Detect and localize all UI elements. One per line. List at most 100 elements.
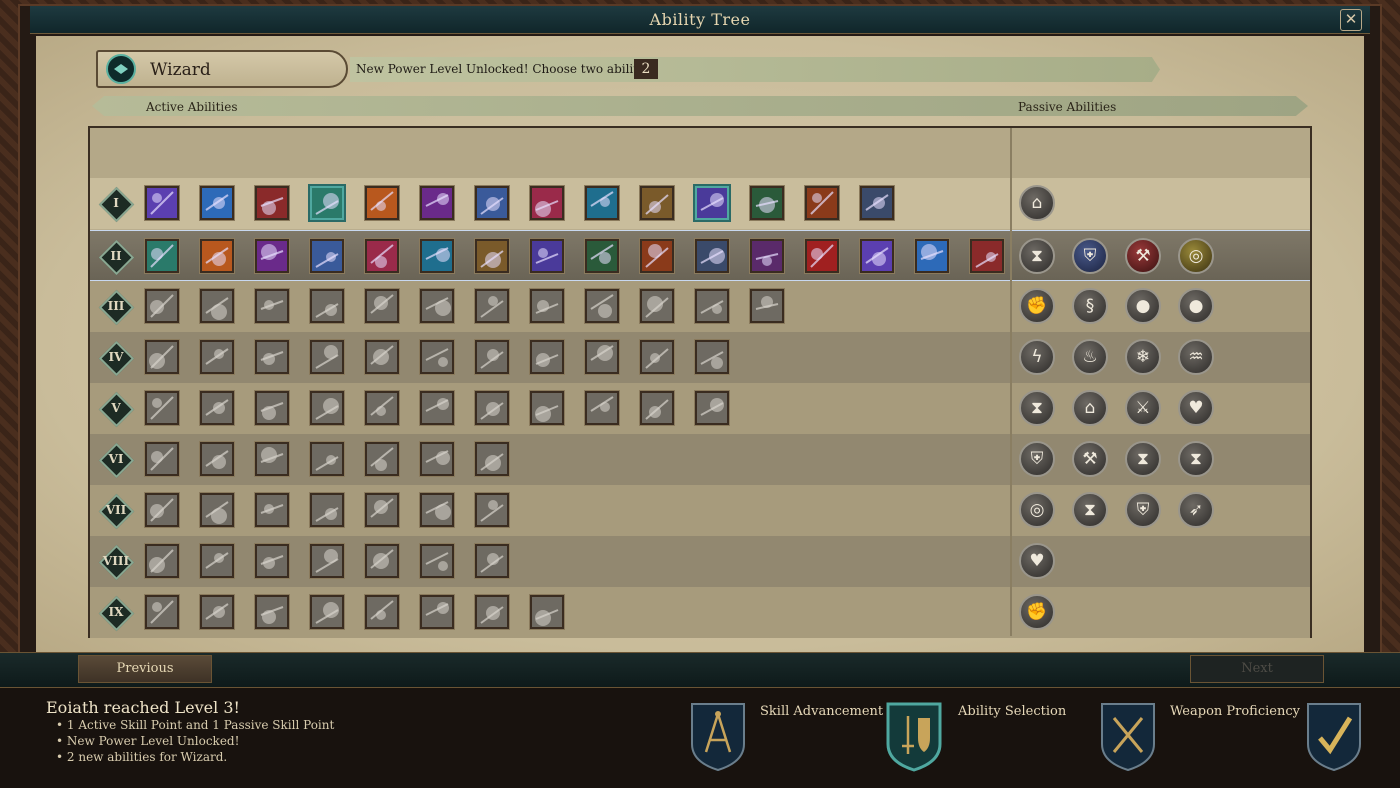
active-ability-icon[interactable] [365, 544, 399, 578]
passive-ability-heart-icon[interactable]: ♥ [1019, 543, 1055, 579]
passive-ability-fire-icon[interactable]: ♨ [1072, 339, 1108, 375]
active-ability-icon[interactable] [200, 186, 234, 220]
active-ability-icon[interactable] [475, 391, 509, 425]
passive-ability-shield-icon[interactable]: ⛨ [1125, 492, 1161, 528]
active-ability-icon[interactable] [585, 239, 619, 273]
active-ability-icon[interactable] [310, 442, 344, 476]
active-ability-icon[interactable] [145, 595, 179, 629]
active-ability-icon[interactable] [420, 391, 454, 425]
active-ability-icon[interactable] [420, 239, 454, 273]
active-ability-icon[interactable] [365, 186, 399, 220]
active-ability-icon[interactable] [255, 340, 289, 374]
passive-ability-hourglass-icon[interactable]: ⧗ [1019, 390, 1055, 426]
active-ability-icon[interactable] [475, 239, 509, 273]
passive-ability-target-icon[interactable]: ◎ [1178, 238, 1214, 274]
passive-ability-shield-icon[interactable]: ⛨ [1019, 441, 1055, 477]
passive-ability-hourglass-icon[interactable]: ⧗ [1178, 441, 1214, 477]
active-ability-icon[interactable] [530, 186, 564, 220]
active-ability-icon[interactable] [145, 391, 179, 425]
close-button[interactable]: ✕ [1340, 9, 1362, 31]
active-ability-icon[interactable] [695, 186, 729, 220]
active-ability-icon[interactable] [585, 289, 619, 323]
active-ability-icon[interactable] [640, 186, 674, 220]
active-ability-icon[interactable] [640, 239, 674, 273]
active-ability-icon[interactable] [750, 186, 784, 220]
active-ability-icon[interactable] [640, 391, 674, 425]
active-ability-icon[interactable] [145, 289, 179, 323]
active-ability-icon[interactable] [145, 493, 179, 527]
active-ability-icon[interactable] [915, 239, 949, 273]
active-ability-icon[interactable] [200, 289, 234, 323]
passive-ability-bow-icon[interactable]: ➶ [1178, 492, 1214, 528]
active-ability-icon[interactable] [750, 239, 784, 273]
active-ability-icon[interactable] [475, 595, 509, 629]
active-ability-icon[interactable] [475, 442, 509, 476]
active-ability-icon[interactable] [145, 340, 179, 374]
passive-ability-sword-icon[interactable]: ⚔ [1125, 390, 1161, 426]
passive-ability-strength-icon[interactable]: ✊ [1019, 288, 1055, 324]
active-ability-icon[interactable] [310, 289, 344, 323]
passive-ability-strength-icon[interactable]: ✊ [1019, 594, 1055, 630]
active-ability-icon[interactable] [695, 239, 729, 273]
active-ability-icon[interactable] [200, 595, 234, 629]
active-ability-icon[interactable] [420, 595, 454, 629]
passive-ability-target-icon[interactable]: ◎ [1019, 492, 1055, 528]
passive-ability-mind-icon[interactable]: ● [1178, 288, 1214, 324]
active-ability-icon[interactable] [475, 493, 509, 527]
active-ability-icon[interactable] [475, 340, 509, 374]
passive-ability-hammer-icon[interactable]: ⚒ [1072, 441, 1108, 477]
passive-ability-hourglass-icon[interactable]: ⧗ [1125, 441, 1161, 477]
active-ability-icon[interactable] [695, 340, 729, 374]
active-ability-icon[interactable] [255, 289, 289, 323]
active-ability-icon[interactable] [310, 595, 344, 629]
active-ability-icon[interactable] [200, 391, 234, 425]
active-ability-icon[interactable] [145, 442, 179, 476]
active-ability-icon[interactable] [585, 340, 619, 374]
passive-ability-lightning-icon[interactable]: ϟ [1019, 339, 1055, 375]
passive-ability-mind-icon[interactable]: ● [1125, 288, 1161, 324]
active-ability-icon[interactable] [200, 340, 234, 374]
tab-ability-selection[interactable] [884, 700, 944, 772]
active-ability-icon[interactable] [255, 186, 289, 220]
active-ability-icon[interactable] [530, 340, 564, 374]
active-ability-icon[interactable] [365, 391, 399, 425]
passive-ability-axe-icon[interactable]: ⚒ [1125, 238, 1161, 274]
confirm-button[interactable] [1304, 700, 1364, 772]
active-ability-icon[interactable] [420, 544, 454, 578]
active-ability-icon[interactable] [310, 340, 344, 374]
next-button[interactable]: Next [1190, 655, 1324, 683]
active-ability-icon[interactable] [365, 340, 399, 374]
passive-ability-compass-icon[interactable]: ⌂ [1072, 390, 1108, 426]
active-ability-icon[interactable] [970, 239, 1004, 273]
passive-ability-hourglass-icon[interactable]: ⧗ [1072, 492, 1108, 528]
previous-button[interactable]: Previous [78, 655, 212, 683]
passive-ability-shield-icon[interactable]: ⛨ [1072, 238, 1108, 274]
active-ability-icon[interactable] [310, 493, 344, 527]
active-ability-icon[interactable] [200, 493, 234, 527]
active-ability-icon[interactable] [805, 186, 839, 220]
active-ability-icon[interactable] [255, 544, 289, 578]
active-ability-icon[interactable] [530, 391, 564, 425]
active-ability-icon[interactable] [310, 544, 344, 578]
active-ability-icon[interactable] [200, 544, 234, 578]
active-ability-icon[interactable] [530, 239, 564, 273]
active-ability-icon[interactable] [200, 239, 234, 273]
active-ability-icon[interactable] [530, 595, 564, 629]
active-ability-icon[interactable] [475, 186, 509, 220]
active-ability-icon[interactable] [860, 239, 894, 273]
active-ability-icon[interactable] [365, 595, 399, 629]
active-ability-icon[interactable] [420, 340, 454, 374]
active-ability-icon[interactable] [695, 391, 729, 425]
tab-weapon-proficiency[interactable] [1098, 700, 1158, 772]
tab-skill-advancement[interactable] [688, 700, 748, 772]
active-ability-icon[interactable] [255, 595, 289, 629]
passive-ability-hourglass-icon[interactable]: ⧗ [1019, 238, 1055, 274]
active-ability-icon[interactable] [585, 186, 619, 220]
active-ability-icon[interactable] [365, 239, 399, 273]
active-ability-icon[interactable] [420, 493, 454, 527]
passive-ability-serpent-icon[interactable]: § [1072, 288, 1108, 324]
active-ability-icon[interactable] [310, 186, 344, 220]
active-ability-icon[interactable] [365, 442, 399, 476]
active-ability-icon[interactable] [255, 239, 289, 273]
active-ability-icon[interactable] [695, 289, 729, 323]
